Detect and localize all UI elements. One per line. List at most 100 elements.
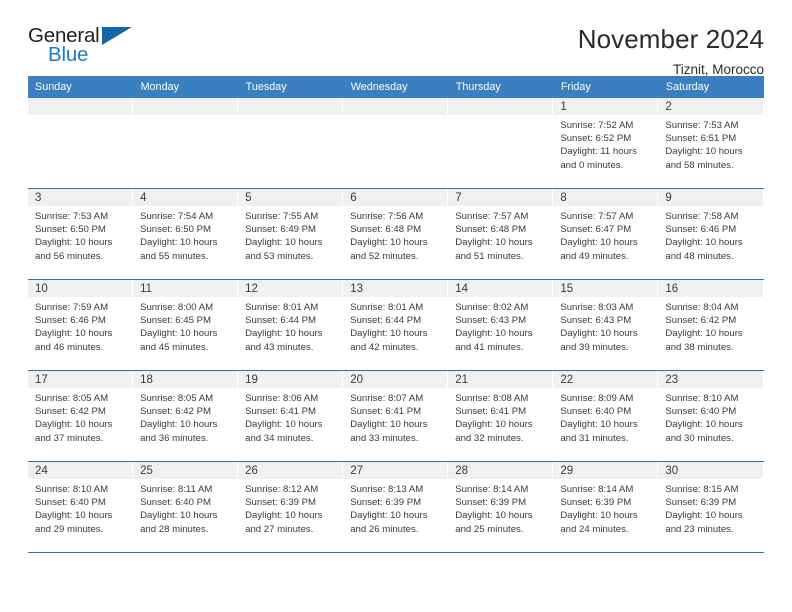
sun-times-line: Daylight: 10 hours — [245, 328, 323, 340]
sun-times-line: Sunset: 6:40 PM — [35, 497, 106, 509]
calendar-day-cell[interactable]: 18 Sunrise: 8:05 AM Sunset: 6:42 PM Dayligh… — [133, 370, 239, 462]
calendar-day-cell[interactable]: 11 Sunrise: 8:00 AM Sunset: 6:45 PM Dayligh… — [133, 279, 239, 371]
sun-times-line: Sunset: 6:48 PM — [455, 224, 527, 236]
calendar-empty-cell — [238, 98, 344, 189]
calendar-day-cell[interactable]: 27 Sunrise: 8:13 AM Sunset: 6:39 PM Dayligh… — [343, 461, 449, 553]
sun-times-line: Sunset: 6:50 PM — [140, 224, 211, 236]
sun-times-line: Sunset: 6:40 PM — [140, 497, 211, 509]
sun-times-line: Daylight: 10 hours — [140, 237, 218, 249]
sun-times-line: and 23 minutes. — [665, 523, 734, 535]
sun-times-line: Daylight: 10 hours — [455, 510, 533, 522]
page-title: November 2024 — [577, 24, 764, 54]
day-cell-inner — [133, 98, 238, 188]
sun-times-line: Sunset: 6:46 PM — [665, 224, 737, 236]
sun-times-line: Sunset: 6:41 PM — [455, 406, 527, 418]
sun-times-block: Sunrise: 8:10 AM Sunset: 6:40 PM Daylight:… — [28, 479, 132, 536]
day-cell-inner: 22 Sunrise: 8:09 AM Sunset: 6:40 PM Dayligh… — [553, 371, 658, 461]
sun-times-line: Sunset: 6:42 PM — [35, 406, 106, 418]
calendar-day-cell[interactable]: 7 Sunrise: 7:57 AM Sunset: 6:48 PM Daylight… — [448, 188, 554, 280]
calendar-day-cell[interactable]: 3 Sunrise: 7:53 AM Sunset: 6:50 PM Daylight… — [28, 188, 134, 280]
calendar-day-cell[interactable]: 4 Sunrise: 7:54 AM Sunset: 6:50 PM Daylight… — [133, 188, 239, 280]
day-cell-inner: 18 Sunrise: 8:05 AM Sunset: 6:42 PM Dayligh… — [133, 371, 238, 461]
calendar-day-cell[interactable]: 16 Sunrise: 8:04 AM Sunset: 6:42 PM Dayligh… — [658, 279, 764, 371]
sun-times-line: Sunset: 6:39 PM — [665, 497, 737, 509]
sun-times-line: Sunrise: 8:01 AM — [350, 302, 424, 313]
calendar-day-cell[interactable]: 21 Sunrise: 8:08 AM Sunset: 6:41 PM Dayligh… — [448, 370, 554, 462]
calendar-day-cell[interactable]: 6 Sunrise: 7:56 AM Sunset: 6:48 PM Daylight… — [343, 188, 449, 280]
calendar-day-cell[interactable]: 19 Sunrise: 8:06 AM Sunset: 6:41 PM Dayligh… — [238, 370, 344, 462]
sun-times-line: Sunrise: 7:53 AM — [35, 211, 109, 222]
sun-times-block: Sunrise: 8:06 AM Sunset: 6:41 PM Daylight:… — [238, 388, 342, 445]
calendar-week-row: 24 Sunrise: 8:10 AM Sunset: 6:40 PM Dayligh… — [28, 461, 764, 553]
sun-times-block: Sunrise: 8:14 AM Sunset: 6:39 PM Daylight:… — [553, 479, 657, 536]
sun-times-line: and 29 minutes. — [35, 523, 104, 535]
calendar-day-cell[interactable]: 26 Sunrise: 8:12 AM Sunset: 6:39 PM Dayligh… — [238, 461, 344, 553]
weekday-header-monday: Monday — [133, 76, 239, 98]
sun-times-line: and 42 minutes. — [350, 341, 419, 353]
calendar-grid: Sunday Monday Tuesday Wednesday Thursday Frid… — [28, 76, 765, 553]
title-block: November 2024 Tiznit, Morocco — [578, 24, 764, 77]
calendar-day-cell[interactable]: 22 Sunrise: 8:09 AM Sunset: 6:40 PM Dayligh… — [553, 370, 659, 462]
sun-times-block: Sunrise: 8:05 AM Sunset: 6:42 PM Daylight:… — [28, 388, 132, 445]
sun-times-line: Sunset: 6:39 PM — [245, 497, 317, 509]
sun-times-line: Sunset: 6:39 PM — [560, 497, 632, 509]
calendar-week-row: 10 Sunrise: 7:59 AM Sunset: 6:46 PM Dayligh… — [28, 279, 764, 371]
sun-times-line: Sunset: 6:45 PM — [140, 315, 211, 327]
calendar-day-cell[interactable]: 28 Sunrise: 8:14 AM Sunset: 6:39 PM Dayligh… — [448, 461, 554, 553]
calendar-day-cell[interactable]: 20 Sunrise: 8:07 AM Sunset: 6:41 PM Dayligh… — [343, 370, 449, 462]
day-number: 24 — [28, 462, 133, 479]
sun-times-line: Sunset: 6:49 PM — [245, 224, 317, 236]
calendar-day-cell[interactable]: 13 Sunrise: 8:01 AM Sunset: 6:44 PM Dayligh… — [343, 279, 449, 371]
sun-times-line: Daylight: 10 hours — [665, 419, 743, 431]
day-cell-inner: 15 Sunrise: 8:03 AM Sunset: 6:43 PM Dayligh… — [553, 280, 658, 370]
calendar-day-cell[interactable]: 2 Sunrise: 7:53 AM Sunset: 6:51 PM Daylight… — [658, 98, 764, 189]
calendar-day-cell[interactable]: 10 Sunrise: 7:59 AM Sunset: 6:46 PM Dayligh… — [28, 279, 134, 371]
sun-times-line: Daylight: 10 hours — [35, 328, 113, 340]
sun-times-line: Daylight: 10 hours — [665, 328, 743, 340]
calendar-day-cell[interactable]: 14 Sunrise: 8:02 AM Sunset: 6:43 PM Dayligh… — [448, 279, 554, 371]
day-number: 4 — [133, 189, 238, 206]
calendar-day-cell[interactable]: 1 Sunrise: 7:52 AM Sunset: 6:52 PM Daylight… — [553, 98, 659, 189]
sun-times-line: Sunset: 6:42 PM — [140, 406, 211, 418]
calendar-header-row: Sunday Monday Tuesday Wednesday Thursday Frid… — [28, 76, 765, 98]
sun-times-block: Sunrise: 7:53 AM Sunset: 6:51 PM Daylight:… — [658, 115, 762, 172]
general-blue-logo[interactable]: General Blue — [28, 24, 140, 70]
sun-times-line: Sunrise: 7:56 AM — [350, 211, 424, 222]
day-number — [28, 98, 133, 115]
sun-times-line: and 27 minutes. — [245, 523, 314, 535]
calendar-day-cell[interactable]: 24 Sunrise: 8:10 AM Sunset: 6:40 PM Dayligh… — [28, 461, 134, 553]
sun-times-line: and 48 minutes. — [665, 250, 734, 262]
calendar-day-cell[interactable]: 12 Sunrise: 8:01 AM Sunset: 6:44 PM Dayligh… — [238, 279, 344, 371]
sun-times-line: Sunrise: 8:15 AM — [665, 484, 739, 495]
sun-times-line: and 31 minutes. — [560, 432, 629, 444]
calendar-day-cell[interactable]: 8 Sunrise: 7:57 AM Sunset: 6:47 PM Daylight… — [553, 188, 659, 280]
sun-times-line: and 26 minutes. — [350, 523, 419, 535]
day-cell-inner: 25 Sunrise: 8:11 AM Sunset: 6:40 PM Dayligh… — [133, 462, 238, 552]
sun-times-line: Sunrise: 8:10 AM — [35, 484, 109, 495]
calendar-week-row: 1 Sunrise: 7:52 AM Sunset: 6:52 PM Daylight… — [28, 98, 764, 189]
sun-times-line: Sunset: 6:41 PM — [245, 406, 317, 418]
page-header: General Blue November 2024 Tiznit, Moroc… — [28, 0, 764, 77]
day-cell-inner: 10 Sunrise: 7:59 AM Sunset: 6:46 PM Dayligh… — [28, 280, 133, 370]
calendar-day-cell[interactable]: 17 Sunrise: 8:05 AM Sunset: 6:42 PM Dayligh… — [28, 370, 134, 462]
sun-times-line: and 39 minutes. — [560, 341, 629, 353]
calendar-day-cell[interactable]: 25 Sunrise: 8:11 AM Sunset: 6:40 PM Dayligh… — [133, 461, 239, 553]
calendar-day-cell[interactable]: 9 Sunrise: 7:58 AM Sunset: 6:46 PM Daylight… — [658, 188, 764, 280]
day-cell-inner: 4 Sunrise: 7:54 AM Sunset: 6:50 PM Daylight… — [133, 189, 238, 279]
sun-times-line: Daylight: 10 hours — [350, 237, 428, 249]
calendar-day-cell[interactable]: 5 Sunrise: 7:55 AM Sunset: 6:49 PM Daylight… — [238, 188, 344, 280]
calendar-day-cell[interactable]: 23 Sunrise: 8:10 AM Sunset: 6:40 PM Dayligh… — [658, 370, 764, 462]
sun-times-line: and 45 minutes. — [140, 341, 209, 353]
sun-times-line: Daylight: 10 hours — [665, 510, 743, 522]
day-cell-inner: 26 Sunrise: 8:12 AM Sunset: 6:39 PM Dayligh… — [238, 462, 343, 552]
day-cell-inner: 7 Sunrise: 7:57 AM Sunset: 6:48 PM Daylight… — [448, 189, 553, 279]
day-number: 17 — [28, 371, 133, 388]
sun-times-block: Sunrise: 8:12 AM Sunset: 6:39 PM Daylight:… — [238, 479, 342, 536]
day-cell-inner: 21 Sunrise: 8:08 AM Sunset: 6:41 PM Dayligh… — [448, 371, 553, 461]
sun-times-line: Sunset: 6:51 PM — [665, 133, 737, 145]
calendar-day-cell[interactable]: 15 Sunrise: 8:03 AM Sunset: 6:43 PM Dayligh… — [553, 279, 659, 371]
day-cell-inner: 27 Sunrise: 8:13 AM Sunset: 6:39 PM Dayligh… — [343, 462, 448, 552]
day-number — [238, 98, 343, 115]
calendar-day-cell[interactable]: 29 Sunrise: 8:14 AM Sunset: 6:39 PM Dayligh… — [553, 461, 659, 553]
calendar-day-cell[interactable]: 30 Sunrise: 8:15 AM Sunset: 6:39 PM Dayligh… — [658, 461, 764, 553]
